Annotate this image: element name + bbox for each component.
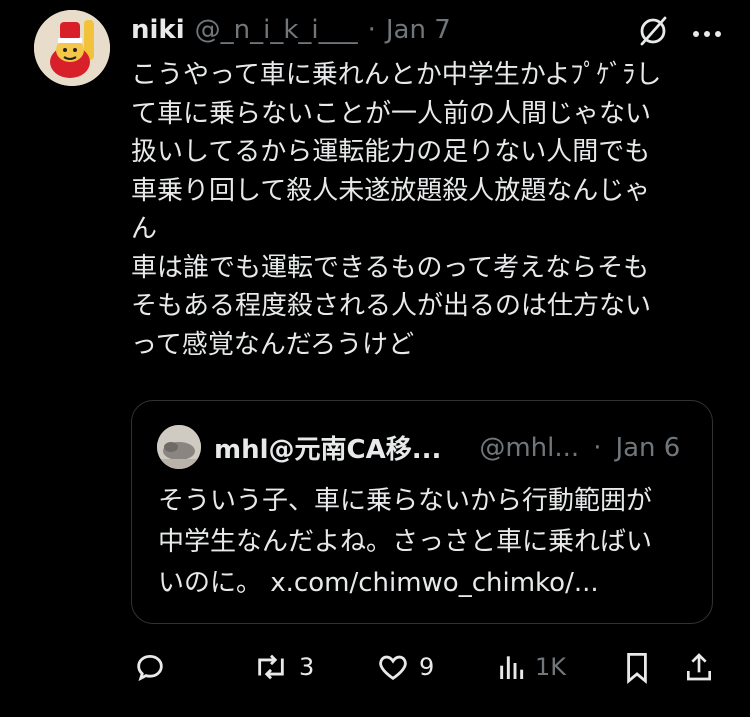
share-button[interactable]: [683, 650, 715, 684]
tweet-text: こうやって車に乗れんとか中学生かよﾌﾟｹﾞﾗし て車に乗らないことが一人前の人間…: [131, 60, 662, 360]
like-button[interactable]: 9: [375, 650, 434, 684]
views-count: 1K: [535, 653, 567, 681]
header-separator: ·: [367, 15, 376, 45]
quoted-text: そういう子、車に乗らないから行動範囲が 中学生なんだよね。さっさと車に乗ればい …: [158, 486, 653, 598]
bookmark-button[interactable]: [623, 650, 651, 684]
reply-button[interactable]: [133, 650, 175, 684]
quoted-date: Jan 6: [615, 432, 681, 463]
repost-button[interactable]: 3: [251, 650, 314, 684]
more-icon[interactable]: [692, 24, 722, 43]
author-handle[interactable]: @_n_i_k_i___: [195, 15, 358, 45]
action-bar: 3 9 1K: [131, 650, 717, 690]
quoted-separator: ·: [593, 432, 602, 463]
quoted-author-handle: @mhl...: [479, 432, 580, 463]
reply-icon: [133, 650, 167, 684]
quoted-tweet[interactable]: mhl@元南CA移... @mhl... · Jan 6 そういう子、車に乗らな…: [131, 400, 713, 624]
author-avatar[interactable]: [34, 10, 110, 86]
avatar-image: [34, 10, 110, 86]
like-icon: [375, 650, 411, 684]
share-icon: [683, 650, 715, 684]
tweet-date[interactable]: Jan 7: [386, 15, 451, 45]
author-name[interactable]: niki: [131, 15, 185, 45]
top-right-icons: [636, 14, 722, 52]
grok-slash-icon[interactable]: [636, 14, 670, 52]
quoted-author-name: mhl@元南CA移...: [214, 435, 442, 465]
bookmark-icon: [623, 650, 651, 684]
views-icon: [495, 650, 527, 684]
tweet-header: niki @_n_i_k_i___ · Jan 7: [131, 12, 451, 48]
repost-count: 3: [299, 653, 315, 681]
quoted-author-avatar: [157, 425, 201, 469]
quoted-header: mhl@元南CA移... @mhl... · Jan 6: [214, 429, 694, 466]
repost-icon: [251, 650, 291, 684]
views-button[interactable]: 1K: [495, 650, 566, 684]
like-count: 9: [419, 653, 435, 681]
